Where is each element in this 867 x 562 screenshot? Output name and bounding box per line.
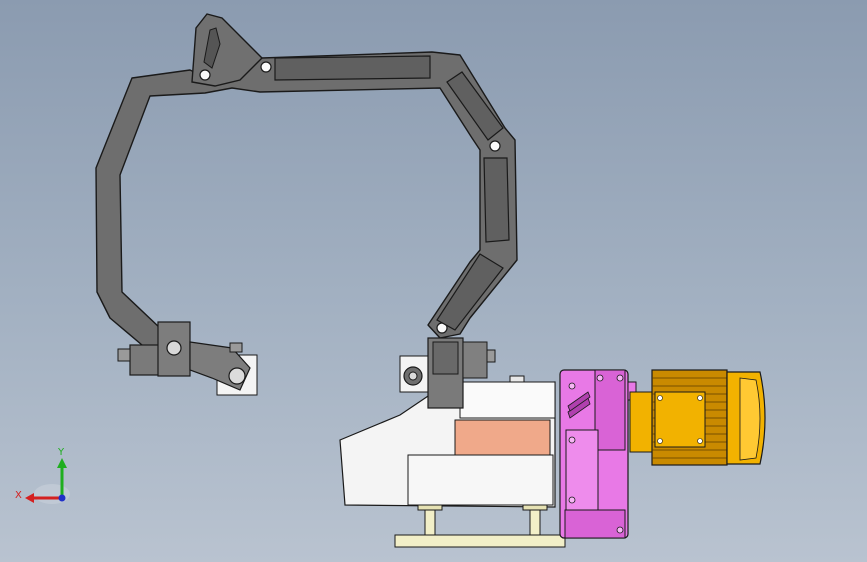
arm-window (274, 55, 431, 81)
cad-viewport[interactable]: Y X (0, 0, 867, 562)
motor[interactable] (629, 369, 766, 466)
x-axis-arrowhead (25, 493, 34, 503)
gearbox-bolt (616, 374, 624, 382)
gearbox-bolt (568, 496, 576, 504)
pivot-hole (260, 61, 272, 73)
c-arm[interactable] (95, 13, 518, 353)
fan-cover (739, 377, 761, 461)
gearbox-bolt (596, 374, 604, 382)
pivot-hole (489, 140, 501, 152)
adjust-screw (486, 349, 496, 363)
adjust-screw (117, 348, 131, 362)
base-stand[interactable] (394, 504, 566, 548)
jaw-pin (228, 367, 246, 385)
housing-lower-face (407, 454, 554, 506)
gearbox[interactable] (559, 369, 637, 539)
clamp-side-block (462, 341, 488, 379)
y-axis-label: Y (57, 447, 65, 458)
gearbox-bolt (616, 526, 624, 534)
clamp-recess (432, 341, 459, 375)
y-axis-arrowhead (57, 458, 67, 468)
gearbox-foot (564, 509, 626, 539)
wear-pad (454, 419, 551, 456)
triad-plane (34, 484, 70, 504)
orientation-triad: Y X (15, 447, 70, 504)
terminal-box (654, 391, 706, 448)
pivot-hole (199, 69, 211, 81)
arm-window (483, 157, 510, 243)
gearbox-bolt (568, 436, 576, 444)
housing-tab (509, 375, 525, 383)
gearbox-input-section (594, 369, 626, 451)
x-axis-label: X (15, 490, 22, 501)
gearbox-bolt (568, 382, 576, 390)
bolt-head (229, 342, 243, 353)
cad-model-drawing: Y X (15, 13, 766, 548)
hinge-pin (166, 340, 182, 356)
housing-top (459, 381, 556, 419)
base-plate (394, 534, 566, 548)
z-axis-indicator (58, 494, 66, 502)
motor-flange (629, 391, 656, 453)
clamp-eye-hole (408, 371, 418, 381)
